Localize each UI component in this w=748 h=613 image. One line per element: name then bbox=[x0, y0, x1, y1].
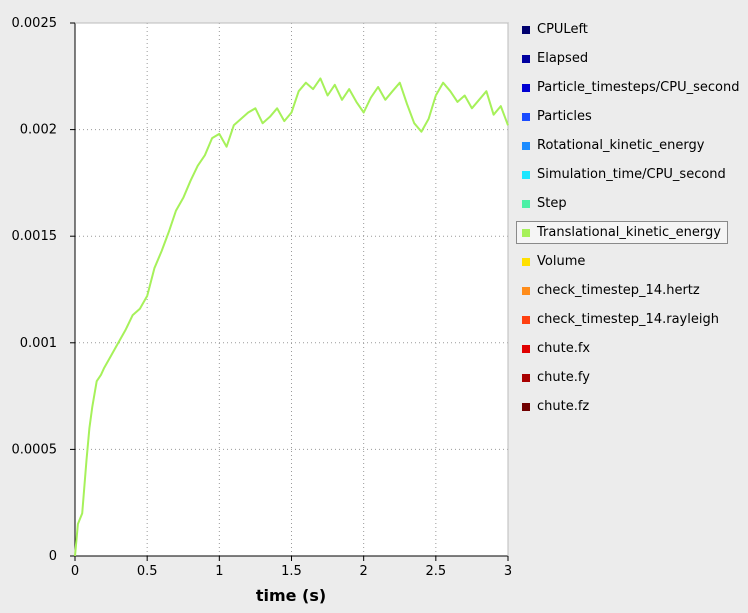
legend-swatch bbox=[522, 315, 530, 324]
legend-swatch bbox=[522, 170, 530, 179]
legend-item[interactable]: check_timestep_14.hertz bbox=[516, 279, 728, 302]
legend-label: check_timestep_14.hertz bbox=[537, 283, 700, 298]
legend-item[interactable]: Elapsed bbox=[516, 47, 728, 70]
legend-swatch bbox=[522, 373, 530, 382]
y-tick-label: 0 bbox=[49, 549, 57, 564]
legend-item[interactable]: Translational_kinetic_energy bbox=[516, 221, 728, 244]
legend-item[interactable]: chute.fy bbox=[516, 366, 728, 389]
x-tick-label: 2 bbox=[360, 564, 368, 579]
y-axis-ticks: 0 0.0005 0.001 0.0015 0.002 0.0025 bbox=[12, 16, 75, 564]
x-tick-label: 0 bbox=[71, 564, 79, 579]
legend-swatch bbox=[522, 257, 530, 266]
legend-item[interactable]: chute.fz bbox=[516, 395, 728, 418]
legend-item[interactable]: chute.fx bbox=[516, 337, 728, 360]
legend-swatch bbox=[522, 228, 530, 237]
x-tick-label: 3 bbox=[504, 564, 512, 579]
x-tick-label: 1 bbox=[215, 564, 223, 579]
legend-label: Step bbox=[537, 196, 567, 211]
legend-label: chute.fz bbox=[537, 399, 590, 414]
legend-swatch bbox=[522, 286, 530, 295]
legend-swatch bbox=[522, 112, 530, 121]
x-tick-label: 1.5 bbox=[281, 564, 302, 579]
legend-item[interactable]: Particles bbox=[516, 105, 728, 128]
x-axis-title: time (s) bbox=[256, 586, 326, 605]
plot-area[interactable] bbox=[74, 22, 509, 557]
legend-label: check_timestep_14.rayleigh bbox=[537, 312, 719, 327]
y-tick-label: 0.0005 bbox=[12, 442, 58, 457]
legend-item[interactable]: check_timestep_14.rayleigh bbox=[516, 308, 728, 331]
x-tick-label: 0.5 bbox=[137, 564, 158, 579]
legend-label: Rotational_kinetic_energy bbox=[537, 138, 705, 153]
x-axis-ticks: 0 0.5 1 1.5 2 2.5 3 bbox=[71, 556, 512, 579]
legend-label: CPULeft bbox=[537, 22, 588, 37]
legend-label: Elapsed bbox=[537, 51, 589, 66]
legend-item[interactable]: Particle_timesteps/CPU_second bbox=[516, 76, 739, 99]
legend-label: Particles bbox=[537, 109, 592, 124]
legend-swatch bbox=[522, 402, 530, 411]
plot-window: 0 0.5 1 1.5 2 2.5 3 0 0.0005 0.001 0.0015 0.002 0.0… bbox=[0, 0, 748, 613]
y-tick-label: 0.002 bbox=[20, 123, 57, 138]
legend-item[interactable]: Simulation_time/CPU_second bbox=[516, 163, 728, 186]
legend-swatch bbox=[522, 141, 530, 150]
legend-swatch bbox=[522, 199, 530, 208]
legend-label: chute.fx bbox=[537, 341, 591, 356]
legend: CPULeft Elapsed Particle_timesteps/CPU_sec… bbox=[516, 18, 739, 424]
legend-label: Particle_timesteps/CPU_second bbox=[537, 80, 740, 95]
legend-item[interactable]: CPULeft bbox=[516, 18, 728, 41]
y-tick-label: 0.001 bbox=[20, 336, 57, 351]
legend-label: Simulation_time/CPU_second bbox=[537, 167, 726, 182]
legend-swatch bbox=[522, 83, 530, 92]
legend-swatch bbox=[522, 25, 530, 34]
legend-item[interactable]: Rotational_kinetic_energy bbox=[516, 134, 728, 157]
legend-label: Translational_kinetic_energy bbox=[537, 225, 721, 240]
legend-swatch bbox=[522, 54, 530, 63]
legend-item[interactable]: Volume bbox=[516, 250, 728, 273]
legend-swatch bbox=[522, 344, 530, 353]
x-tick-label: 2.5 bbox=[425, 564, 446, 579]
legend-label: chute.fy bbox=[537, 370, 590, 385]
y-tick-label: 0.0015 bbox=[12, 229, 58, 244]
y-tick-label: 0.0025 bbox=[12, 16, 58, 31]
legend-label: Volume bbox=[537, 254, 586, 269]
legend-item[interactable]: Step bbox=[516, 192, 728, 215]
